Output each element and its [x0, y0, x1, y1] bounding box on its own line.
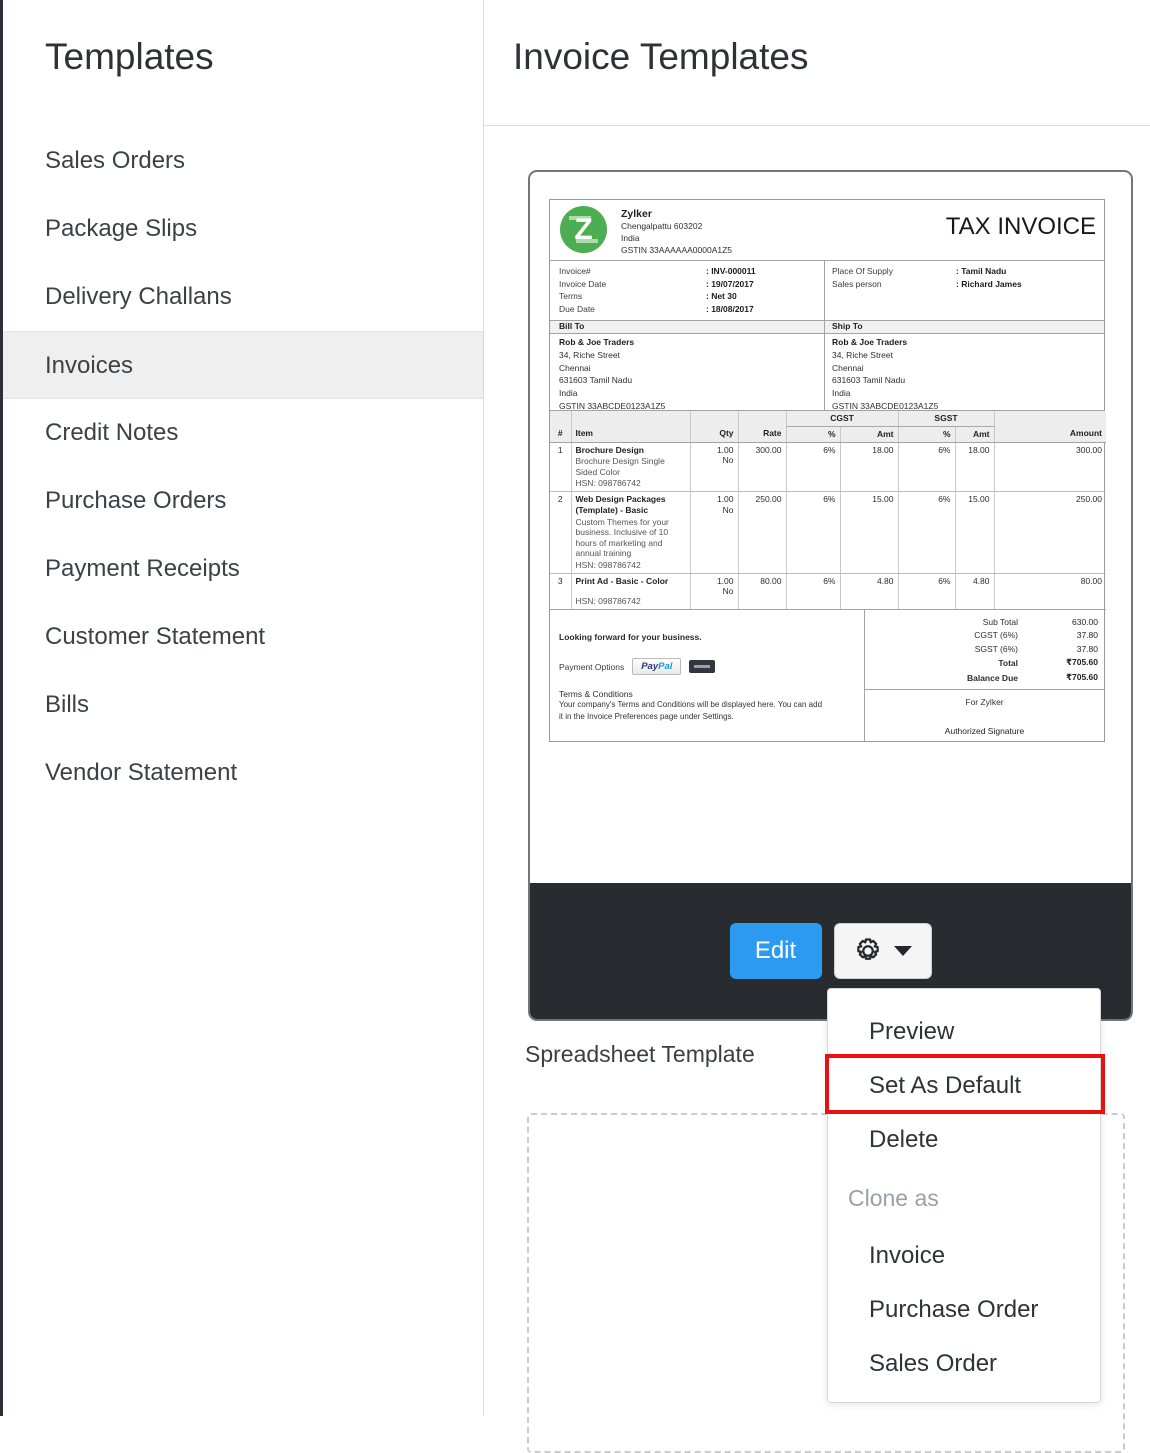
- invoice-meta-right: Place Of Supply : Tamil Nadu Sales person…: [824, 261, 1104, 320]
- company-name: Zylker: [621, 208, 652, 220]
- page-title: Invoice Templates: [513, 36, 809, 77]
- menu-item-preview[interactable]: Preview: [828, 1005, 1100, 1059]
- sgst-group-header: SGST: [897, 411, 994, 427]
- terms-line: Your company's Terms and Conditions will…: [559, 700, 823, 710]
- terms-title: Terms & Conditions: [559, 689, 633, 700]
- gear-icon: [857, 938, 879, 960]
- menu-group-clone-as: Clone as: [848, 1185, 939, 1211]
- sidebar-title: Templates: [45, 36, 214, 77]
- sidebar-item-customer-statement[interactable]: Customer Statement: [3, 603, 483, 671]
- sidebar-item-credit-notes[interactable]: Credit Notes: [3, 399, 483, 467]
- total-label: Sub Total: [982, 616, 1018, 627]
- total-label: Total: [998, 657, 1018, 668]
- menu-item-delete[interactable]: Delete: [828, 1113, 1100, 1167]
- bill-to-heading: Bill To: [559, 321, 585, 331]
- total-label: Balance Due: [966, 672, 1018, 683]
- col-num: #: [550, 426, 571, 443]
- authorized-signature-label: Authorized Signature: [944, 726, 1025, 736]
- signature-box: For Zylker Authorized Signature: [865, 689, 1104, 741]
- settings-dropdown-button[interactable]: [833, 923, 932, 979]
- meta-value: : Tamil Nadu: [956, 266, 1007, 276]
- sidebar-item-vendor-statement[interactable]: Vendor Statement: [3, 739, 483, 807]
- company-block: Zylker Chengalpattu 603202 India GSTIN 3…: [621, 208, 732, 257]
- terms-line: it in the Invoice Preferences page under…: [559, 711, 734, 721]
- paypal-logo: PayPal: [632, 658, 682, 676]
- meta-value: : INV-000011: [706, 266, 756, 276]
- item-row: 1 Brochure Design Brochure Design Single…: [550, 442, 1106, 493]
- meta-value: : Net 30: [706, 291, 737, 302]
- bill-to-address: Rob & Joe Traders 34, Riche Street Chenn…: [559, 337, 666, 411]
- meta-label: Invoice Date: [559, 278, 607, 289]
- ship-to-address: Rob & Joe Traders 34, Riche Street Chenn…: [824, 334, 1104, 411]
- billto-shipto-body: Rob & Joe Traders 34, Riche Street Chenn…: [550, 334, 1104, 411]
- menu-item-clone-purchase-order[interactable]: Purchase Order: [828, 1283, 1100, 1337]
- chevron-down-icon: [894, 946, 912, 956]
- col-sgst-amt: Amt: [954, 426, 994, 443]
- invoice-notes: Looking forward for your business. Payme…: [550, 610, 865, 741]
- invoice-meta: Invoice# : INV-000011 Invoice Date : 19/07…: [550, 261, 1104, 321]
- meta-value: : Richard James: [956, 278, 1022, 289]
- ship-to-heading: Ship To: [824, 321, 1104, 333]
- company-logo: Z: [560, 206, 607, 253]
- meta-label: Place Of Supply: [832, 266, 893, 276]
- meta-label: Terms: [559, 291, 583, 302]
- col-rate: Rate: [737, 426, 786, 443]
- meta-value: : 18/08/2017: [706, 304, 754, 315]
- invoice-items-table: CGST SGST # Item Qty Rate % Amt % Amt Am…: [550, 411, 1106, 611]
- templates-sidebar: Templates Sales Orders Package Slips Del…: [3, 0, 484, 1416]
- meta-label: Due Date: [559, 304, 595, 315]
- total-label: CGST (6%): [974, 630, 1018, 641]
- total-value: 37.80: [1076, 630, 1098, 641]
- col-amount: Amount: [993, 426, 1106, 443]
- header-divider: [484, 125, 1150, 126]
- col-item: Item: [570, 426, 690, 443]
- sidebar-item-purchase-orders[interactable]: Purchase Orders: [3, 467, 483, 535]
- spreadsheet-template-label: Spreadsheet Template: [525, 1041, 755, 1067]
- invoice-meta-left: Invoice# : INV-000011 Invoice Date : 19/07…: [550, 261, 824, 320]
- company-gstin: GSTIN 33AAAAAA0000A1Z5: [621, 245, 733, 256]
- main-panel: Invoice Templates Z Zylker Chengalpattu …: [484, 0, 1150, 1453]
- sidebar-item-package-slips[interactable]: Package Slips: [3, 195, 483, 263]
- company-address1: Chengalpattu 603202: [621, 221, 703, 231]
- invoice-preview-sheet: Z Zylker Chengalpattu 603202 India GSTIN…: [549, 199, 1106, 742]
- edit-button[interactable]: Edit: [729, 923, 822, 979]
- meta-label: Invoice#: [559, 266, 591, 276]
- menu-item-clone-invoice[interactable]: Invoice: [828, 1229, 1100, 1283]
- col-cgst-pct: %: [785, 426, 840, 443]
- menu-item-clone-sales-order[interactable]: Sales Order: [828, 1337, 1100, 1391]
- meta-value: : 19/07/2017: [706, 278, 754, 289]
- invoice-doc-title: TAX INVOICE: [945, 213, 1096, 240]
- total-value: ₹705.60: [1066, 672, 1098, 683]
- sidebar-item-delivery-challans[interactable]: Delivery Challans: [3, 263, 483, 331]
- col-sgst-pct: %: [897, 426, 955, 443]
- meta-label: Sales person: [832, 278, 882, 289]
- total-value: 630.00: [1072, 616, 1098, 627]
- card-payment-icon: [689, 660, 716, 674]
- col-qty: Qty: [689, 426, 738, 443]
- sidebar-item-sales-orders[interactable]: Sales Orders: [3, 127, 483, 195]
- sidebar-item-invoices[interactable]: Invoices: [3, 331, 483, 399]
- item-row: 3 Print Ad - Basic - Color HSN: 09878674…: [550, 573, 1106, 611]
- sidebar-list: Sales Orders Package Slips Delivery Chal…: [3, 127, 483, 807]
- billto-shipto-header: Bill To Ship To: [550, 321, 1104, 334]
- sidebar-item-bills[interactable]: Bills: [3, 671, 483, 739]
- total-value: 37.80: [1076, 643, 1098, 654]
- thanks-note: Looking forward for your business.: [559, 632, 702, 643]
- col-cgst-amt: Amt: [839, 426, 898, 443]
- sidebar-item-payment-receipts[interactable]: Payment Receipts: [3, 535, 483, 603]
- total-label: SGST (6%): [974, 643, 1018, 654]
- invoice-header: Z Zylker Chengalpattu 603202 India GSTIN…: [550, 200, 1104, 261]
- menu-item-set-as-default[interactable]: Set As Default: [828, 1059, 1100, 1113]
- total-value: ₹705.60: [1066, 657, 1098, 668]
- invoice-template-card[interactable]: Z Zylker Chengalpattu 603202 India GSTIN…: [528, 170, 1133, 1021]
- invoice-bottom: Looking forward for your business. Payme…: [550, 610, 1104, 741]
- payment-options-label: Payment Options: [559, 661, 625, 672]
- cgst-group-header: CGST: [785, 411, 898, 427]
- settings-dropdown-menu: Preview Set As Default Delete Clone as I…: [825, 988, 1105, 1403]
- company-address2: India: [621, 233, 640, 244]
- for-company-label: For Zylker: [965, 697, 1004, 708]
- invoice-totals-panel: Sub Total 630.00 CGST (6%) 37.80 SGST (6%)…: [865, 610, 1104, 741]
- item-row: 2 Web Design Packages (Template) - Basic…: [550, 491, 1106, 574]
